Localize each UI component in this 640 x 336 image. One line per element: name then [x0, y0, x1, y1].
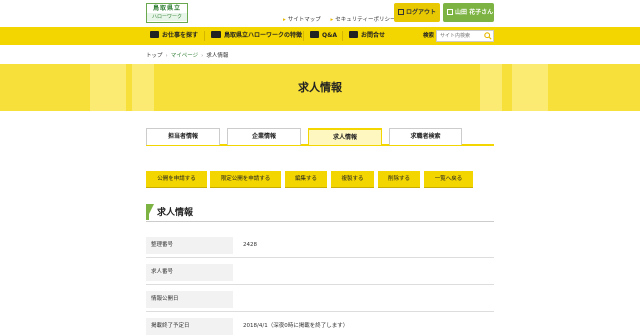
- tab-job-seeker-search[interactable]: 求職者検索: [389, 128, 462, 145]
- request-publish-button[interactable]: 公開を申請する: [146, 171, 207, 188]
- chevron-right-icon: ›: [165, 53, 168, 59]
- table-row: 情報公開日: [146, 287, 494, 312]
- nav-item-faq[interactable]: Q&A: [310, 27, 337, 45]
- nav-item-label: お仕事を探す: [162, 32, 199, 39]
- arrow-right-icon: ▸: [283, 17, 286, 23]
- arrow-right-icon: ▸: [330, 17, 334, 23]
- heading-marker: [146, 204, 154, 220]
- row-value: 2428: [243, 242, 257, 248]
- user-name-label: 山田 花子さん: [455, 9, 494, 16]
- request-limited-publish-button[interactable]: 限定公開を申請する: [210, 171, 281, 188]
- mail-icon: [349, 31, 358, 38]
- back-to-list-button[interactable]: 一覧へ戻る: [424, 171, 473, 188]
- mypage-tabs: 担当者情報 企業情報 求人情報 求職者検索: [146, 128, 494, 146]
- logout-label: ログアウト: [406, 9, 437, 16]
- breadcrumb-current: 求人情報: [206, 53, 229, 59]
- site-header: 鳥取県立 ハローワーク ▸ サイトマップ ▸ セキュリティーポリシー ログアウト 山…: [0, 0, 640, 26]
- tab-contact-person[interactable]: 担当者情報: [146, 128, 220, 145]
- section-heading: 求人情報: [146, 204, 494, 222]
- row-label: 求人番号: [146, 264, 233, 281]
- page-hero: 求人情報: [0, 64, 640, 111]
- nav-item-contact[interactable]: お問合せ: [349, 27, 385, 45]
- row-label: 掲載終了予定日: [146, 318, 233, 335]
- nav-item-label: 鳥取県立ハローワークの特徴: [224, 32, 303, 39]
- section-title: 求人情報: [157, 208, 194, 218]
- search-icon[interactable]: [484, 32, 492, 40]
- nav-divider: [303, 31, 304, 41]
- breadcrumb: トップ › マイページ › 求人情報: [146, 51, 228, 59]
- user-icon: [447, 9, 453, 15]
- breadcrumb-mypage[interactable]: マイページ: [171, 53, 198, 59]
- table-row: 掲載終了予定日 2018/4/1（深夜0時に掲載を終了します）: [146, 314, 494, 336]
- table-row: 求人番号: [146, 260, 494, 285]
- sitemap-link[interactable]: ▸ サイトマップ: [283, 17, 321, 23]
- logout-button[interactable]: ログアウト: [394, 3, 440, 22]
- table-row: 整理番号 2428: [146, 233, 494, 258]
- duplicate-button[interactable]: 複製する: [331, 171, 374, 188]
- delete-button[interactable]: 削除する: [378, 171, 420, 188]
- breadcrumb-top[interactable]: トップ: [146, 53, 163, 59]
- logout-icon: [398, 9, 404, 15]
- global-nav: お仕事を探す 鳥取県立ハローワークの特徴 Q&A お問合せ 検索: [0, 27, 640, 45]
- nav-item-label: お問合せ: [361, 32, 386, 39]
- tab-job-info[interactable]: 求人情報: [308, 128, 382, 145]
- nav-divider: [342, 31, 343, 41]
- page: 鳥取県立 ハローワーク ▸ サイトマップ ▸ セキュリティーポリシー ログアウト 山…: [0, 0, 640, 336]
- row-label: 整理番号: [146, 237, 233, 254]
- logo-line1: 鳥取県立: [152, 5, 181, 12]
- search-label: 検索: [423, 33, 435, 39]
- security-policy-link[interactable]: ▸ セキュリティーポリシー: [331, 17, 396, 23]
- tab-company[interactable]: 企業情報: [227, 128, 301, 145]
- row-label: 情報公開日: [146, 291, 233, 308]
- handshake-icon: [211, 31, 221, 38]
- page-title: 求人情報: [298, 81, 342, 94]
- user-menu-button[interactable]: 山田 花子さん: [443, 3, 494, 22]
- chat-icon: [310, 31, 319, 38]
- site-logo[interactable]: 鳥取県立 ハローワーク: [146, 3, 188, 23]
- security-policy-link-label: セキュリティーポリシー: [335, 17, 396, 23]
- edit-button[interactable]: 編集する: [285, 171, 327, 188]
- nav-item-label: Q&A: [322, 32, 337, 39]
- chevron-right-icon: ›: [201, 53, 204, 59]
- nav-item-features[interactable]: 鳥取県立ハローワークの特徴: [211, 27, 302, 45]
- row-value: 2018/4/1（深夜0時に掲載を終了します）: [243, 323, 349, 329]
- logo-line2: ハローワーク: [147, 13, 187, 21]
- sitemap-link-label: サイトマップ: [287, 17, 321, 23]
- briefcase-icon: [150, 31, 159, 38]
- nav-item-job-search[interactable]: お仕事を探す: [150, 27, 198, 45]
- nav-divider: [204, 31, 205, 41]
- utility-links: ▸ サイトマップ ▸ セキュリティーポリシー: [283, 15, 403, 23]
